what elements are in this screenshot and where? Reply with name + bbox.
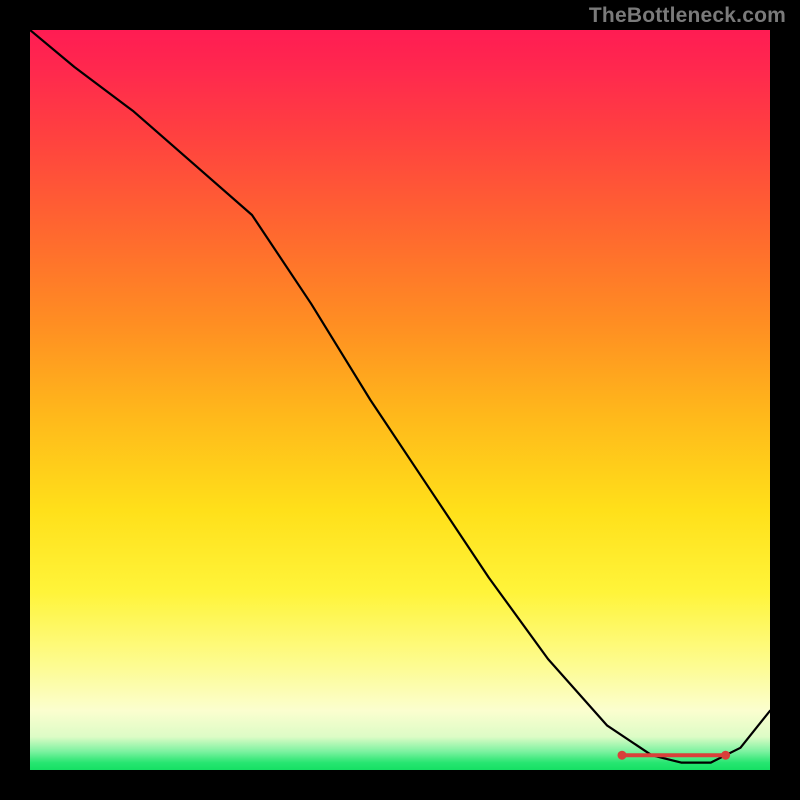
optimal-range-start-dot [618,751,627,760]
chart-frame: TheBottleneck.com [0,0,800,800]
optimal-range-end-dot [721,751,730,760]
bottleneck-curve [30,30,770,763]
chart-overlay [30,30,770,770]
watermark-text: TheBottleneck.com [589,4,786,28]
